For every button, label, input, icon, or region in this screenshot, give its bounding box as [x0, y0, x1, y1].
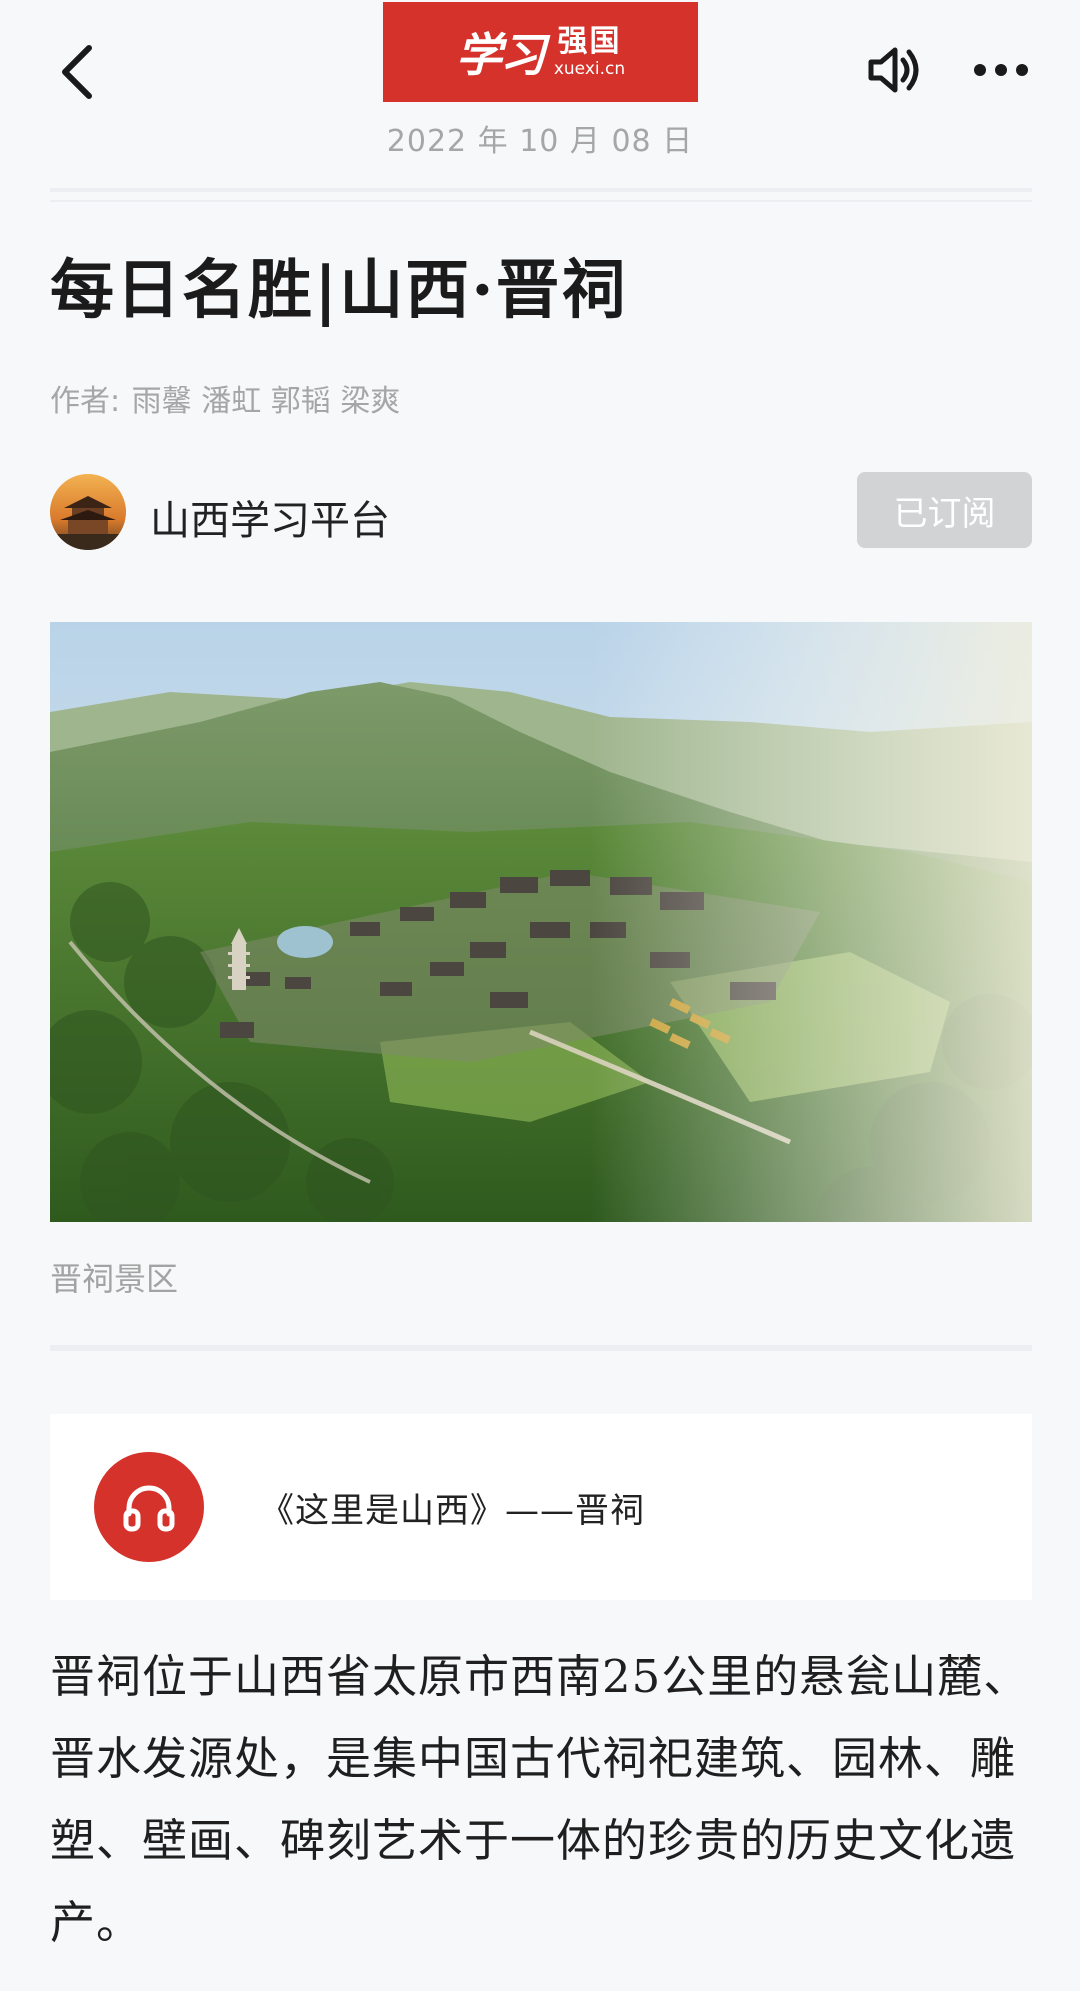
- logo-cn-text: 强国: [557, 23, 622, 59]
- author-line: 作者: 雨馨 潘虹 郭韬 梁爽: [50, 376, 402, 420]
- article-title: 每日名胜|山西·晋祠: [50, 253, 628, 328]
- channel-row: 山西学习平台 已订阅: [50, 472, 1032, 552]
- subscribed-button[interactable]: 已订阅: [857, 472, 1032, 548]
- publish-date: 2022 年 10 月 08 日: [386, 124, 694, 159]
- more-options-button[interactable]: [968, 50, 1034, 90]
- speaker-icon: [868, 47, 919, 93]
- audio-title: 《这里是山西》——晋祠: [260, 1490, 645, 1531]
- jinci-aerial-illustration: [50, 622, 1032, 1222]
- logo-script-text: 学习: [455, 28, 546, 82]
- author-names: 雨馨 潘虹 郭韬 梁爽: [131, 384, 401, 419]
- author-label: 作者:: [50, 384, 121, 419]
- article-body-paragraph: 晋祠位于山西省太原市西南25公里的悬瓮山麓、晋水发源处，是集中国古代祠祀建筑、园…: [50, 1650, 1030, 1949]
- channel-avatar[interactable]: [50, 474, 126, 550]
- top-bar: 学习 强国 xuexi.cn 2022 年 10 月 08 日: [0, 0, 1080, 160]
- audio-play-button[interactable]: [94, 1452, 204, 1562]
- image-caption: 晋祠景区: [50, 1260, 179, 1298]
- back-button[interactable]: [48, 40, 104, 104]
- hero-image: [50, 622, 1032, 1222]
- header-divider: [50, 188, 1032, 202]
- pavilion-avatar-image: [50, 474, 126, 550]
- logo-en-text: xuexi.cn: [553, 58, 626, 79]
- headphones-icon: [123, 1485, 175, 1532]
- more-icon: [974, 64, 1028, 76]
- read-aloud-button[interactable]: [862, 40, 928, 100]
- section-divider: [50, 1345, 1032, 1351]
- channel-name[interactable]: 山西学习平台: [150, 488, 390, 546]
- audio-player-card[interactable]: 《这里是山西》——晋祠: [50, 1414, 1032, 1600]
- xuexi-logo: 学习 强国 xuexi.cn: [383, 2, 698, 102]
- back-arrow-icon: [62, 45, 92, 99]
- article-page: 学习 强国 xuexi.cn 2022 年 10 月 08 日 每日名胜|山西·…: [0, 0, 1080, 1991]
